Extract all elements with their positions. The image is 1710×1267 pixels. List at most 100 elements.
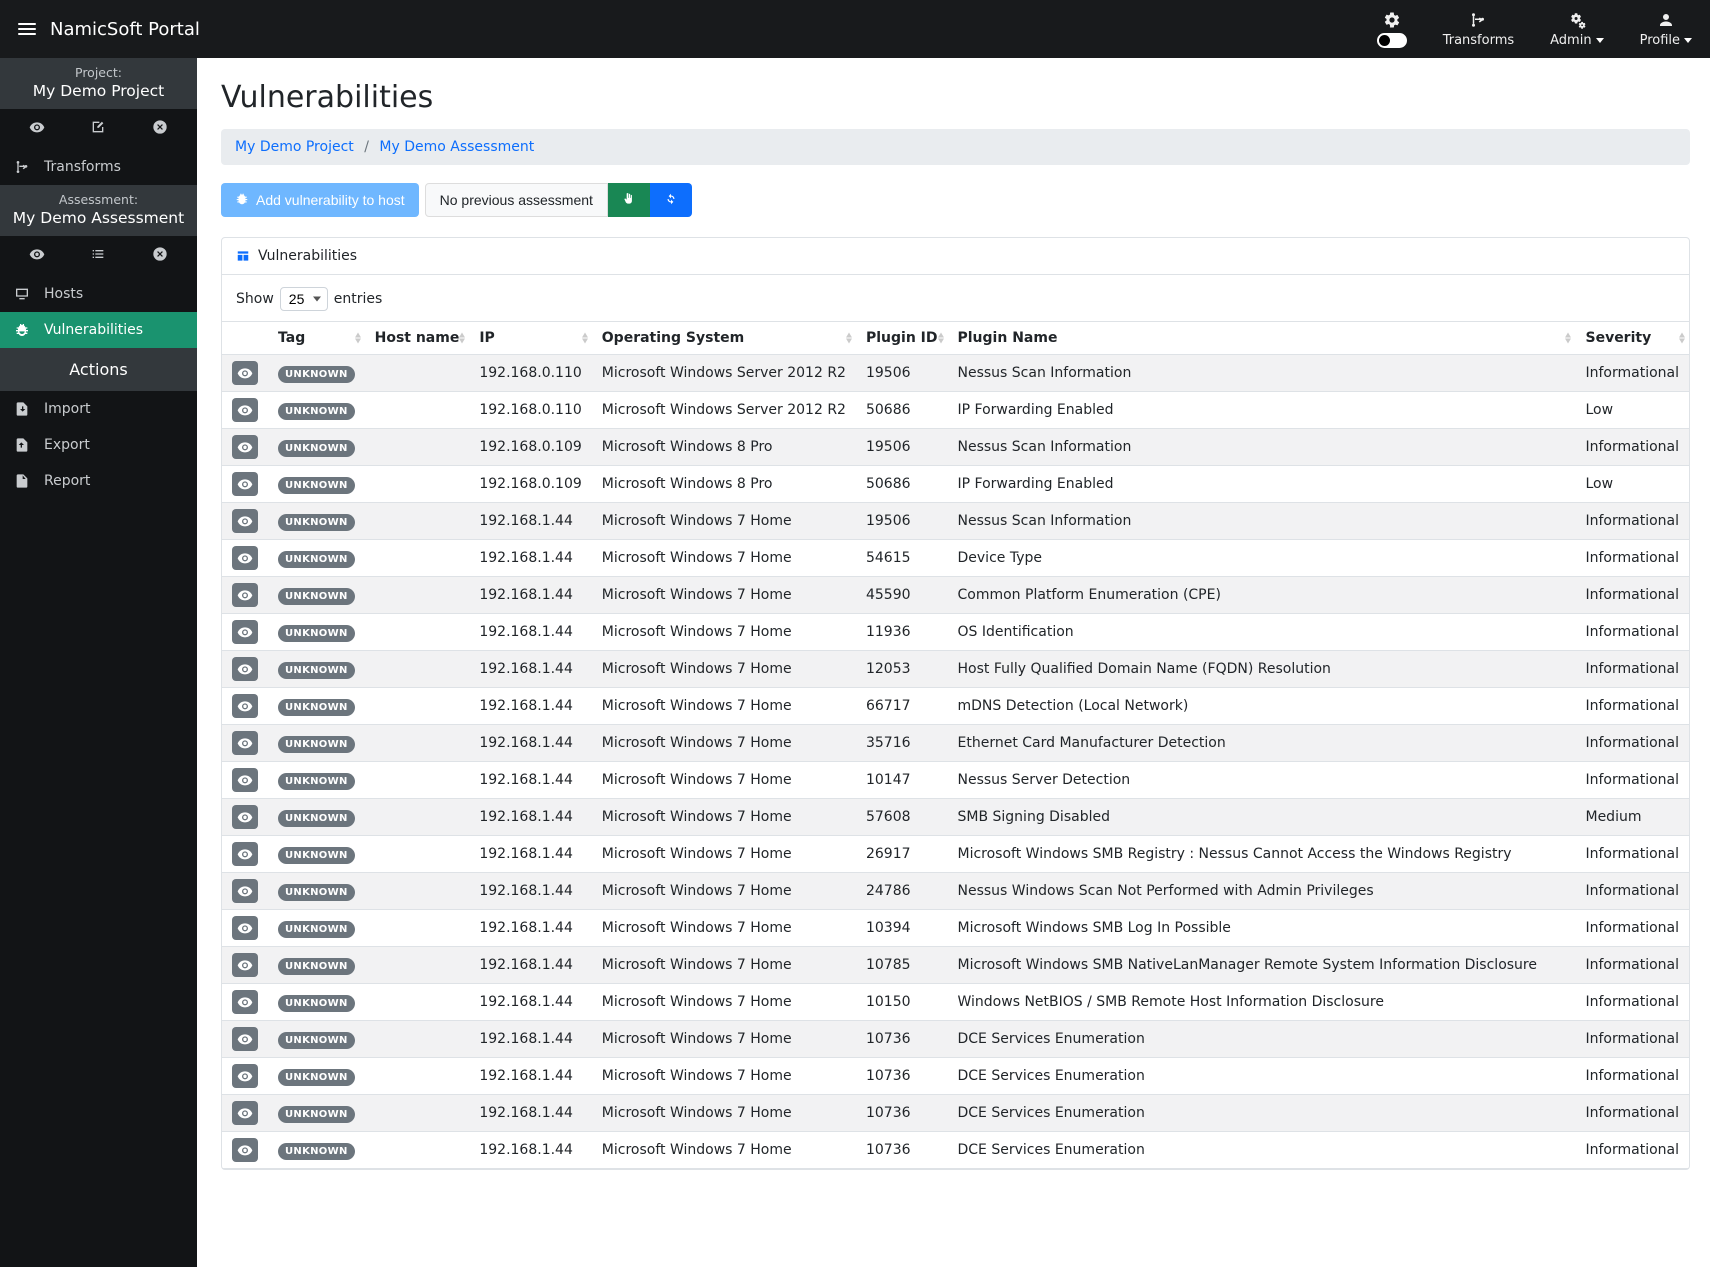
add-vulnerability-label: Add vulnerability to host (256, 192, 405, 208)
cell-hostname (365, 947, 470, 984)
view-row-button[interactable] (232, 879, 258, 903)
cell-os: Microsoft Windows 7 Home (592, 540, 856, 577)
action-import[interactable]: Import (0, 391, 197, 427)
brand-title: NamicSoft Portal (50, 19, 200, 40)
view-row-button[interactable] (232, 398, 258, 422)
sidebar-item-vulnerabilities[interactable]: Vulnerabilities (0, 312, 197, 348)
tag-pill: UNKNOWN (278, 625, 355, 642)
assessment-delete-icon[interactable] (152, 246, 168, 266)
view-row-button[interactable] (232, 842, 258, 866)
nav-admin[interactable]: Admin (1550, 11, 1603, 48)
project-edit-icon[interactable] (90, 119, 106, 139)
view-row-button[interactable] (232, 1101, 258, 1125)
theme-toggle[interactable] (1377, 11, 1407, 48)
project-name: My Demo Project (6, 82, 191, 100)
cell-pluginname: Device Type (948, 540, 1576, 577)
breadcrumb: My Demo Project / My Demo Assessment (221, 129, 1690, 165)
assessment-list-icon[interactable] (90, 246, 106, 266)
view-row-button[interactable] (232, 916, 258, 940)
view-row-button[interactable] (232, 657, 258, 681)
cell-os: Microsoft Windows 7 Home (592, 762, 856, 799)
cell-pluginid: 66717 (856, 688, 948, 725)
col-tag[interactable]: Tag (268, 322, 365, 355)
view-row-button[interactable] (232, 472, 258, 496)
sidebar-item-label: Vulnerabilities (44, 322, 143, 338)
cell-os: Microsoft Windows 7 Home (592, 1021, 856, 1058)
sidebar-item-transforms[interactable]: Transforms (0, 149, 197, 185)
cell-ip: 192.168.1.44 (469, 1095, 591, 1132)
add-vulnerability-button[interactable]: Add vulnerability to host (221, 183, 419, 217)
cell-hostname (365, 910, 470, 947)
cell-pluginname: Windows NetBIOS / SMB Remote Host Inform… (948, 984, 1576, 1021)
view-row-button[interactable] (232, 1027, 258, 1051)
view-row-button[interactable] (232, 361, 258, 385)
cell-pluginid: 11936 (856, 614, 948, 651)
view-row-button[interactable] (232, 805, 258, 829)
nav-transforms[interactable]: Transforms (1443, 11, 1514, 48)
cell-pluginname: Microsoft Windows SMB Registry : Nessus … (948, 836, 1576, 873)
view-row-button[interactable] (232, 583, 258, 607)
project-delete-icon[interactable] (152, 119, 168, 139)
tag-pill: UNKNOWN (278, 366, 355, 383)
action-export[interactable]: Export (0, 427, 197, 463)
table-row: UNKNOWN192.168.0.109Microsoft Windows 8 … (222, 429, 1689, 466)
cell-hostname (365, 466, 470, 503)
no-previous-assessment-button[interactable]: No previous assessment (425, 183, 608, 217)
action-report[interactable]: Report (0, 463, 197, 499)
actions-header: Actions (0, 348, 197, 391)
tag-pill: UNKNOWN (278, 403, 355, 420)
cell-hostname (365, 392, 470, 429)
nav-profile[interactable]: Profile (1640, 11, 1692, 48)
col-host[interactable]: Host name (365, 322, 470, 355)
view-row-button[interactable] (232, 990, 258, 1014)
col-os[interactable]: Operating System (592, 322, 856, 355)
select-button[interactable] (608, 183, 650, 217)
view-row-button[interactable] (232, 694, 258, 718)
cell-os: Microsoft Windows 7 Home (592, 799, 856, 836)
cell-os: Microsoft Windows 7 Home (592, 910, 856, 947)
tag-pill: UNKNOWN (278, 440, 355, 457)
view-row-button[interactable] (232, 731, 258, 755)
cell-pluginname: Common Platform Enumeration (CPE) (948, 577, 1576, 614)
cell-os: Microsoft Windows 7 Home (592, 984, 856, 1021)
project-label: Project: (6, 65, 191, 80)
cell-severity: Informational (1575, 1021, 1689, 1058)
col-ip[interactable]: IP (469, 322, 591, 355)
view-row-button[interactable] (232, 1138, 258, 1162)
col-view[interactable] (222, 322, 268, 355)
cell-severity: Informational (1575, 725, 1689, 762)
view-row-button[interactable] (232, 435, 258, 459)
branch-icon (14, 159, 30, 175)
bug-icon (14, 322, 30, 338)
view-row-button[interactable] (232, 1064, 258, 1088)
breadcrumb-project[interactable]: My Demo Project (235, 139, 354, 155)
vulnerabilities-panel: Vulnerabilities Show 25 entries (221, 237, 1690, 1170)
refresh-button[interactable] (650, 183, 692, 217)
view-row-button[interactable] (232, 509, 258, 533)
view-row-button[interactable] (232, 546, 258, 570)
col-pluginid[interactable]: Plugin ID (856, 322, 948, 355)
table-row: UNKNOWN192.168.1.44Microsoft Windows 7 H… (222, 836, 1689, 873)
table-row: UNKNOWN192.168.1.44Microsoft Windows 7 H… (222, 614, 1689, 651)
col-severity[interactable]: Severity (1575, 322, 1689, 355)
export-icon (14, 437, 30, 453)
view-row-button[interactable] (232, 953, 258, 977)
length-select[interactable]: 25 (280, 287, 328, 311)
cell-pluginname: Nessus Server Detection (948, 762, 1576, 799)
sidebar-item-hosts[interactable]: Hosts (0, 276, 197, 312)
menu-toggle-icon[interactable] (18, 23, 36, 35)
no-previous-label: No previous assessment (440, 192, 593, 208)
table-row: UNKNOWN192.168.1.44Microsoft Windows 7 H… (222, 984, 1689, 1021)
view-row-button[interactable] (232, 768, 258, 792)
cell-ip: 192.168.1.44 (469, 577, 591, 614)
breadcrumb-assessment[interactable]: My Demo Assessment (379, 139, 534, 155)
cell-pluginid: 10736 (856, 1058, 948, 1095)
view-row-button[interactable] (232, 620, 258, 644)
col-pluginname[interactable]: Plugin Name (948, 322, 1576, 355)
tag-pill: UNKNOWN (278, 736, 355, 753)
project-view-icon[interactable] (29, 119, 45, 139)
cell-severity: Informational (1575, 688, 1689, 725)
cell-severity: Informational (1575, 614, 1689, 651)
assessment-view-icon[interactable] (29, 246, 45, 266)
cell-os: Microsoft Windows 7 Home (592, 577, 856, 614)
